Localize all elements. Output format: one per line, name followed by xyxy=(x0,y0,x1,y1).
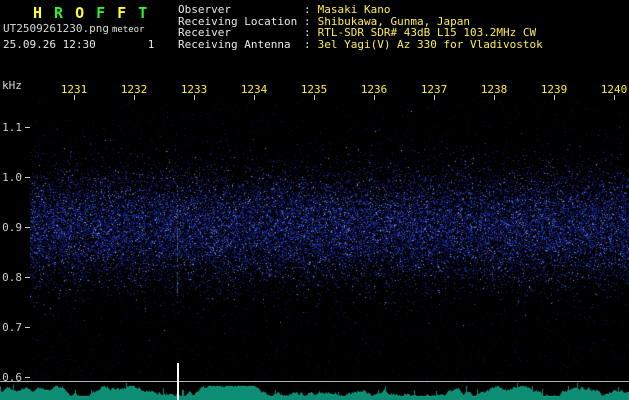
signal-level-graph xyxy=(0,382,629,400)
title-letter: F xyxy=(117,4,126,22)
title-letter: O xyxy=(75,4,84,22)
app-title: HROFFT xyxy=(33,4,159,22)
freq-label: 0.7 xyxy=(0,321,22,334)
info-label: Receiving Antenna xyxy=(178,39,304,51)
info-value: Masaki Kano xyxy=(318,4,391,16)
mode-label: meteor xyxy=(112,25,145,35)
freq-label: 0.8 xyxy=(0,271,22,284)
freq-label: 0.9 xyxy=(0,221,22,234)
hrofft-window: HROFFT UT2509261230.pngmeteor 25.09.26 1… xyxy=(0,0,629,400)
info-colon: : xyxy=(304,4,311,16)
title-letter: F xyxy=(96,4,105,22)
info-colon: : xyxy=(304,39,311,51)
freq-label: 1.1 xyxy=(0,121,22,134)
title-letter: T xyxy=(138,4,147,22)
observer-info: Observer:Masaki KanoReceiving Location:S… xyxy=(178,4,543,50)
info-value: 3el Yagi(V) Az 330 for Vladivostok xyxy=(318,39,543,51)
title-letter: H xyxy=(33,4,42,22)
title-letter: R xyxy=(54,4,63,22)
info-row: Observer: Masaki Kano xyxy=(178,4,543,16)
datetime-row: 25.09.26 12:30 1 xyxy=(3,38,154,51)
y-axis-unit: kHz xyxy=(2,79,22,92)
file-info: UT2509261230.pngmeteor xyxy=(3,22,144,35)
filename: UT2509261230.png xyxy=(3,22,109,35)
info-label: Observer xyxy=(178,4,304,16)
meteor-echo-marker xyxy=(177,363,179,400)
datetime: 25.09.26 12:30 xyxy=(3,38,96,51)
spectrogram-canvas xyxy=(30,100,629,381)
freq-label: 1.0 xyxy=(0,171,22,184)
page-counter: 1 xyxy=(148,38,155,51)
info-row: Receiving Antenna:3el Yagi(V) Az 330 for… xyxy=(178,39,543,51)
